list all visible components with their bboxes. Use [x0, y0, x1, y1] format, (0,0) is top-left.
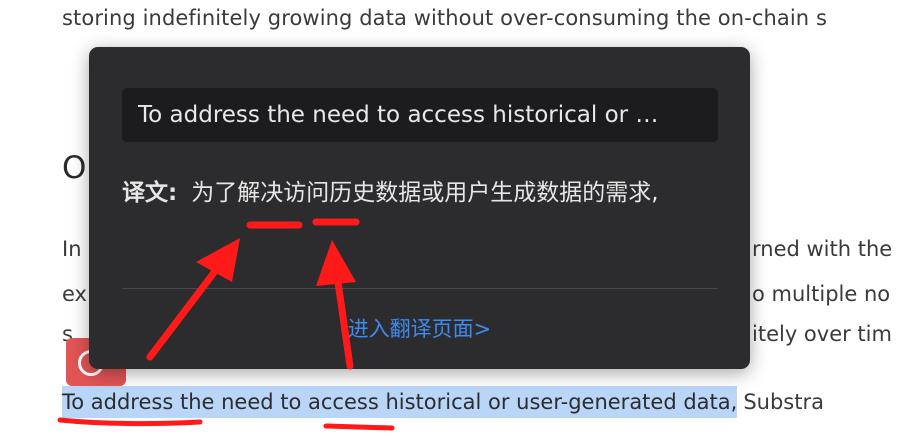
highlighted-sentence-line: To address the need to access historical…	[62, 381, 824, 423]
translation-popup: To address the need to access historical…	[89, 47, 750, 369]
paragraph-fragment-left: In	[62, 237, 82, 261]
source-text-box[interactable]: To address the need to access historical…	[122, 88, 718, 142]
translation-text: 为了解决访问历史数据或用户生成数据的需求,	[191, 180, 659, 206]
paragraph-fragment-left: ex	[62, 282, 87, 306]
section-heading-fragment: O	[62, 150, 87, 186]
open-translation-page-link[interactable]: 进入翻译页面>	[89, 313, 750, 343]
source-text: To address the need to access historical…	[138, 102, 659, 128]
translation-result: 译文: 为了解决访问历史数据或用户生成数据的需求,	[122, 175, 712, 211]
underline-mark	[323, 423, 395, 431]
paragraph-fragment-right: itely over tim	[752, 322, 892, 346]
translation-label: 译文:	[122, 180, 178, 206]
selected-text[interactable]: To address the need to access historical…	[62, 386, 738, 418]
paragraph-fragment-right: o multiple no	[752, 282, 891, 306]
document-text-line: storing indefinitely growing data withou…	[62, 6, 828, 30]
following-text: Substra	[743, 390, 824, 414]
divider	[122, 288, 718, 289]
paragraph-fragment-right: rned with the	[752, 237, 893, 261]
